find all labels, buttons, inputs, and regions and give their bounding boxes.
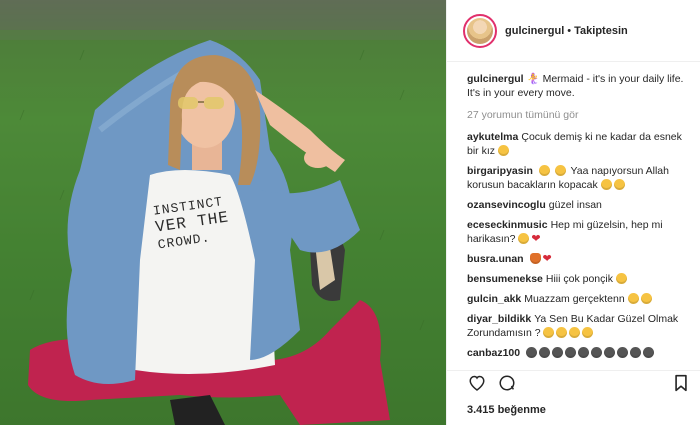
heart-eyes-emoji-icon — [569, 327, 581, 338]
comment-icon[interactable] — [497, 373, 517, 393]
comment-item: diyar_bildikk Ya Sen Bu Kadar Güzel Olmak… — [467, 312, 685, 340]
grimace-emoji-icon — [497, 145, 509, 156]
eyes-emoji-icon — [552, 347, 564, 358]
post-header: gulcinergul • Takiptesin — [447, 0, 700, 62]
header-separator: • — [567, 24, 572, 37]
comment-username[interactable]: busra.unan — [467, 253, 524, 265]
comment-username[interactable]: eceseckinmusic — [467, 219, 548, 231]
comment-text: Hiii çok ponçik — [545, 273, 613, 285]
smile-emoji-icon — [627, 293, 639, 304]
eyes-emoji-icon — [526, 347, 538, 358]
comment-text: Muazzam gerçektenn — [524, 293, 625, 305]
eyes-emoji-icon — [591, 347, 603, 358]
post-caption: gulcinergul 🧜‍♀️ Mermaid - it's in your d… — [467, 72, 685, 100]
heart-icon: ❤ — [542, 253, 552, 265]
header-username[interactable]: gulcinergul — [505, 25, 564, 37]
caption-username[interactable]: gulcinergul — [467, 73, 524, 85]
comment-item: ozansevincoglu güzel insan — [467, 198, 685, 212]
post-photo[interactable]: INSTINCT VER THE CROWD. — [0, 0, 446, 425]
eyes-emoji-icon — [565, 347, 577, 358]
eyes-emoji-icon — [604, 347, 616, 358]
eyes-emoji-icon — [539, 347, 551, 358]
bookmark-icon[interactable] — [671, 373, 691, 393]
heart-eyes-emoji-icon — [518, 233, 530, 244]
comment-username[interactable]: ozansevincoglu — [467, 199, 546, 211]
post-actions — [447, 370, 700, 394]
surprised-emoji-icon — [554, 165, 566, 176]
eyes-emoji-icon — [617, 347, 629, 358]
comment-username[interactable]: gulcin_akk — [467, 293, 521, 305]
comment-item: eceseckinmusic Hep mi güzelsin, hep mi ha… — [467, 218, 685, 246]
follow-status[interactable]: Takiptesin — [574, 25, 628, 37]
comment-item: canbaz100 — [467, 346, 685, 360]
eyes-emoji-icon — [643, 347, 655, 358]
comment-username[interactable]: canbaz100 — [467, 347, 520, 359]
heart-icon[interactable] — [467, 373, 487, 393]
comment-username[interactable]: aykutelma — [467, 131, 518, 143]
comments-list[interactable]: gulcinergul 🧜‍♀️ Mermaid - it's in your d… — [447, 62, 700, 368]
heart-eyes-emoji-icon — [582, 327, 594, 338]
eyes-emoji-icon — [630, 347, 642, 358]
laughing-emoji-icon — [613, 179, 625, 190]
comment-item: busra.unan ❤ — [467, 252, 685, 266]
comment-username[interactable]: bensumenekse — [467, 273, 543, 285]
comment-username[interactable]: diyar_bildikk — [467, 313, 531, 325]
comment-item: bensumenekse Hiii çok ponçik — [467, 272, 685, 286]
comment-item: birgaripyasin Yaa napıyorsun Allah korus… — [467, 164, 685, 192]
avatar[interactable] — [463, 13, 497, 48]
comment-username[interactable]: birgaripyasin — [467, 165, 533, 177]
smile-emoji-icon — [640, 293, 652, 304]
post-sidebar: gulcinergul • Takiptesin gulcinergul 🧜‍♀️… — [446, 0, 700, 425]
heart-eyes-emoji-icon — [543, 327, 555, 338]
heart-eyes-emoji-icon — [556, 327, 568, 338]
heart-icon: ❤ — [531, 233, 541, 245]
view-all-comments-link[interactable]: 27 yorumun tümünü gör — [467, 108, 685, 122]
grin-emoji-icon — [615, 273, 627, 284]
comment-item: aykutelma Çocuk demiş ki ne kadar da esne… — [467, 130, 685, 158]
avatar-image — [467, 17, 493, 44]
fox-emoji-icon — [529, 253, 541, 264]
surprised-emoji-icon — [538, 165, 550, 176]
comment-item: gulcin_akk Muazzam gerçektenn — [467, 292, 685, 306]
laughing-emoji-icon — [600, 179, 612, 190]
comment-text: güzel insan — [548, 199, 602, 211]
likes-count[interactable]: 3.415 beğenme — [467, 404, 546, 416]
eyes-emoji-icon — [578, 347, 590, 358]
